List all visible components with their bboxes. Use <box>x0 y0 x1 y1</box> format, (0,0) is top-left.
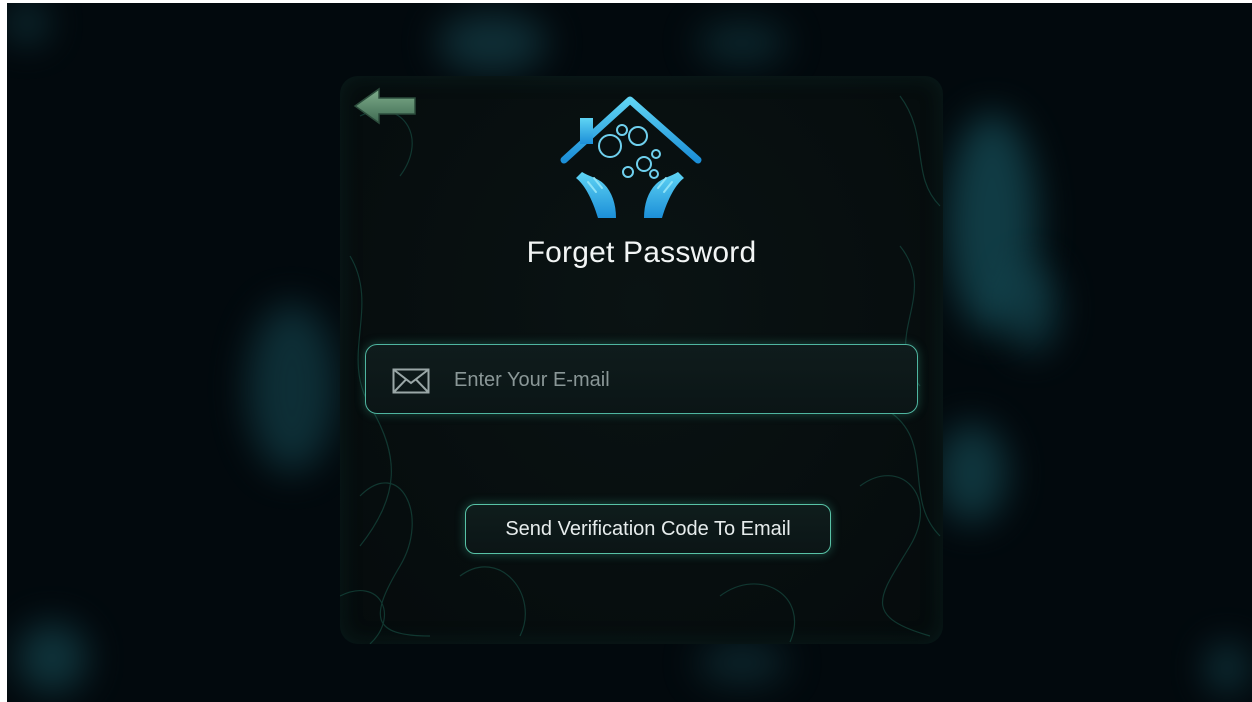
background-smoke <box>937 423 1007 523</box>
app-window: Forget Password Send Verification Code T… <box>7 3 1252 702</box>
background-smoke <box>697 643 787 683</box>
background-smoke <box>437 13 547 73</box>
house-hands-logo <box>560 96 702 218</box>
back-arrow-icon[interactable] <box>353 86 419 126</box>
send-verification-code-button[interactable]: Send Verification Code To Email <box>465 504 831 554</box>
email-field-container[interactable] <box>365 344 918 414</box>
forgot-password-card: Forget Password Send Verification Code T… <box>340 76 943 644</box>
envelope-icon <box>392 368 430 394</box>
background-smoke <box>247 303 337 473</box>
background-smoke <box>1207 643 1247 693</box>
background-smoke <box>697 23 787 63</box>
email-input[interactable] <box>452 359 896 401</box>
background-smoke <box>7 3 47 43</box>
page-title: Forget Password <box>526 236 757 269</box>
background-smoke <box>1007 263 1057 353</box>
background-smoke <box>17 623 87 693</box>
